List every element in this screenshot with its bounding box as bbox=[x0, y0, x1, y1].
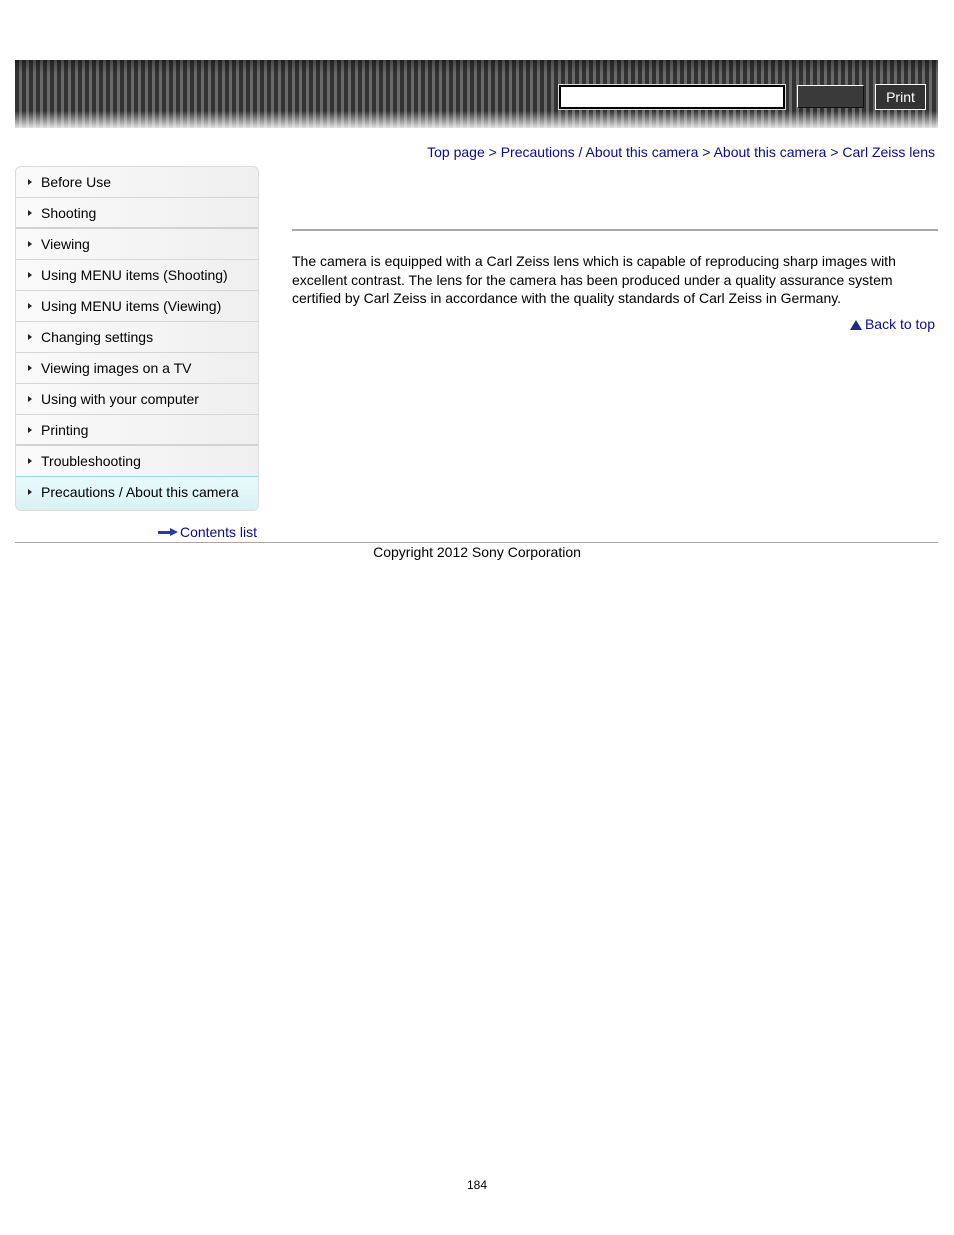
sidebar-item-label: Viewing bbox=[41, 236, 90, 252]
sidebar-item-changing-settings[interactable]: Changing settings bbox=[16, 322, 258, 353]
sidebar-item-precautions[interactable]: Precautions / About this camera bbox=[16, 476, 258, 510]
breadcrumb-separator: > bbox=[702, 144, 711, 160]
print-button[interactable]: Print bbox=[875, 84, 926, 110]
sidebar-item-label: Using MENU items (Viewing) bbox=[41, 298, 222, 314]
triangle-right-icon bbox=[28, 334, 32, 340]
sidebar-item-menu-viewing[interactable]: Using MENU items (Viewing) bbox=[16, 291, 258, 322]
triangle-right-icon bbox=[28, 210, 32, 216]
triangle-right-icon bbox=[28, 241, 32, 247]
sidebar-item-troubleshooting[interactable]: Troubleshooting bbox=[16, 446, 258, 477]
triangle-right-icon bbox=[28, 303, 32, 309]
contents-list-label: Contents list bbox=[179, 524, 257, 540]
triangle-right-icon bbox=[28, 458, 32, 464]
sidebar-item-label: Using with your computer bbox=[41, 391, 199, 407]
copyright-text: Copyright 2012 Sony Corporation bbox=[373, 544, 581, 560]
back-to-top-label: Back to top bbox=[864, 316, 935, 332]
page-number: 184 bbox=[466, 1178, 488, 1192]
sidebar-item-viewing[interactable]: Viewing bbox=[16, 229, 258, 260]
triangle-right-icon bbox=[28, 489, 32, 495]
title-divider bbox=[292, 229, 938, 231]
search-input[interactable] bbox=[558, 84, 786, 110]
contents-list-link[interactable]: Contents list bbox=[157, 524, 257, 540]
sidebar-item-viewing-on-tv[interactable]: Viewing images on a TV bbox=[16, 353, 258, 384]
triangle-right-icon bbox=[28, 427, 32, 433]
sidebar-item-label: Changing settings bbox=[41, 329, 154, 345]
triangle-right-icon bbox=[28, 272, 32, 278]
triangle-right-icon bbox=[28, 179, 32, 185]
breadcrumb-precautions[interactable]: Precautions / About this camera bbox=[501, 144, 699, 160]
triangle-right-icon bbox=[28, 365, 32, 371]
sidebar-nav: Before Use Shooting Viewing Using MENU i… bbox=[15, 166, 259, 511]
breadcrumb-current-page[interactable]: Carl Zeiss lens bbox=[842, 144, 935, 160]
body-paragraph: The camera is equipped with a Carl Zeiss… bbox=[292, 253, 896, 307]
sidebar-item-label: Troubleshooting bbox=[41, 453, 141, 469]
breadcrumb-top-page[interactable]: Top page bbox=[427, 144, 485, 160]
breadcrumb-separator: > bbox=[488, 144, 497, 160]
sidebar-item-label: Printing bbox=[41, 422, 89, 438]
sidebar-item-label: Viewing images on a TV bbox=[41, 360, 192, 376]
sidebar-item-shooting[interactable]: Shooting bbox=[16, 198, 258, 229]
breadcrumb-separator: > bbox=[830, 144, 839, 160]
search-button[interactable] bbox=[797, 85, 864, 108]
sidebar-item-menu-shooting[interactable]: Using MENU items (Shooting) bbox=[16, 260, 258, 291]
sidebar-item-label: Shooting bbox=[41, 205, 97, 221]
right-arrow-icon bbox=[157, 528, 178, 537]
sidebar-item-printing[interactable]: Printing bbox=[16, 415, 258, 446]
triangle-right-icon bbox=[28, 396, 32, 402]
sidebar-item-label: Before Use bbox=[41, 174, 112, 190]
sidebar-item-label: Using MENU items (Shooting) bbox=[41, 267, 228, 283]
triangle-up-icon bbox=[849, 320, 862, 330]
breadcrumb: Top page > Precautions / About this came… bbox=[427, 144, 935, 160]
sidebar-item-using-with-computer[interactable]: Using with your computer bbox=[16, 384, 258, 415]
back-to-top-link[interactable]: Back to top bbox=[849, 316, 935, 332]
sidebar-item-label: Precautions / About this camera bbox=[41, 484, 239, 500]
footer-divider bbox=[15, 542, 938, 543]
breadcrumb-about-this-camera[interactable]: About this camera bbox=[714, 144, 827, 160]
sidebar-item-before-use[interactable]: Before Use bbox=[16, 167, 258, 198]
